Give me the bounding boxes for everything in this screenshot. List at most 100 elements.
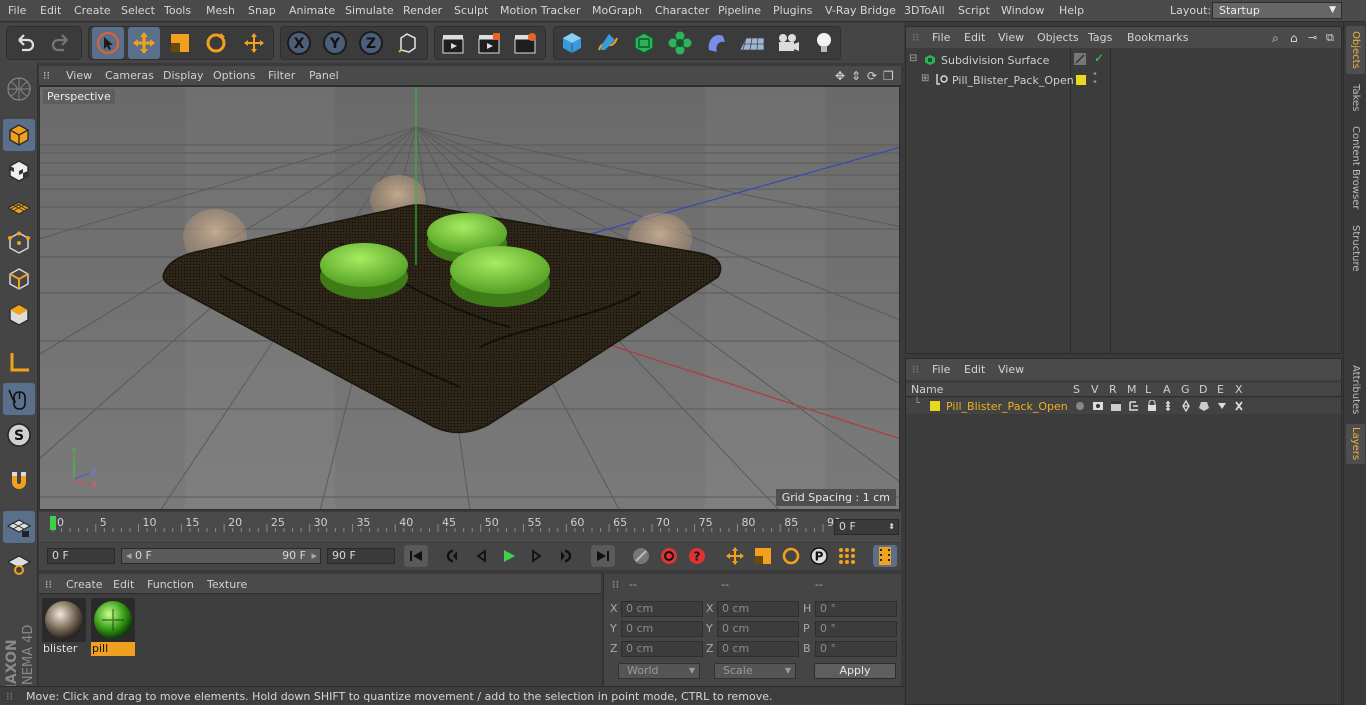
menu-window[interactable]: Window bbox=[1001, 4, 1044, 17]
menu-animate[interactable]: Animate bbox=[289, 4, 335, 17]
camera-button[interactable] bbox=[772, 27, 804, 59]
col-expressions[interactable]: E bbox=[1217, 383, 1224, 396]
tab-structure[interactable]: Structure bbox=[1346, 220, 1365, 276]
light-button[interactable] bbox=[808, 27, 840, 59]
om-menu-view[interactable]: View bbox=[998, 31, 1024, 44]
live-selection-button[interactable] bbox=[92, 27, 124, 59]
menu-motion-tracker[interactable]: Motion Tracker bbox=[500, 4, 580, 17]
make-editable-button[interactable] bbox=[3, 73, 35, 105]
menu-edit[interactable]: Edit bbox=[40, 4, 61, 17]
rotate-view-icon[interactable]: ⟳ bbox=[867, 69, 877, 83]
menu-file[interactable]: File bbox=[8, 4, 26, 17]
transform-tool-button[interactable] bbox=[238, 27, 270, 59]
menu-sculpt[interactable]: Sculpt bbox=[454, 4, 488, 17]
x-axis-button[interactable]: X bbox=[283, 27, 315, 59]
tab-content-browser[interactable]: Content Browser bbox=[1346, 122, 1365, 214]
om-menu-bookmarks[interactable]: Bookmarks bbox=[1127, 31, 1188, 44]
frame-range-slider[interactable]: ◂ 0 F 90 F ▸ bbox=[121, 548, 321, 564]
maximize-view-icon[interactable]: ❐ bbox=[883, 69, 894, 83]
menu-help[interactable]: Help bbox=[1059, 4, 1084, 17]
current-frame-field[interactable]: 0 F ⬍ bbox=[834, 519, 899, 535]
pos-z-field[interactable]: 0 cm bbox=[621, 641, 703, 657]
lm-menu-file[interactable]: File bbox=[932, 363, 950, 376]
col-locked[interactable]: L bbox=[1145, 383, 1151, 396]
menu-select[interactable]: Select bbox=[121, 4, 155, 17]
start-frame-field[interactable]: 0 F bbox=[47, 548, 115, 564]
autokeying-button[interactable] bbox=[657, 545, 681, 567]
size-y-field[interactable]: 0 cm bbox=[717, 621, 799, 637]
col-view[interactable]: V bbox=[1091, 383, 1099, 396]
goto-end-button[interactable] bbox=[591, 545, 615, 567]
end-frame-field[interactable]: 90 F bbox=[327, 548, 395, 564]
goto-start-button[interactable] bbox=[404, 545, 428, 567]
menu-pipeline[interactable]: Pipeline bbox=[718, 4, 761, 17]
om-menu-tags[interactable]: Tags bbox=[1088, 31, 1112, 44]
material-menu-create[interactable]: Create bbox=[66, 578, 103, 591]
key-parameter-button[interactable]: P bbox=[807, 545, 831, 567]
texture-mode-button[interactable] bbox=[3, 155, 35, 187]
col-deformers[interactable]: D bbox=[1199, 383, 1207, 396]
next-key-button[interactable] bbox=[553, 545, 577, 567]
timeline-window-button[interactable] bbox=[873, 545, 897, 567]
workplane-mode-button[interactable] bbox=[3, 191, 35, 223]
subdivision-surface-button[interactable] bbox=[628, 27, 660, 59]
y-axis-button[interactable]: Y bbox=[319, 27, 351, 59]
material-pill[interactable]: pill bbox=[91, 598, 135, 656]
edges-mode-button[interactable] bbox=[3, 263, 35, 295]
menu-simulate[interactable]: Simulate bbox=[345, 4, 394, 17]
next-frame-button[interactable] bbox=[525, 545, 549, 567]
menu-3dtoall[interactable]: 3DToAll bbox=[904, 4, 945, 17]
play-button[interactable] bbox=[497, 545, 521, 567]
snap-button[interactable] bbox=[3, 465, 35, 497]
redo-button[interactable] bbox=[45, 27, 77, 59]
search-icon[interactable]: ⌕ bbox=[1272, 31, 1279, 46]
keyframe-selection-button[interactable]: ? bbox=[685, 545, 709, 567]
layer-row[interactable]: └ Pill_Blister_Pack_Open bbox=[906, 398, 1341, 414]
size-z-field[interactable]: 0 cm bbox=[717, 641, 799, 657]
col-solo[interactable]: S bbox=[1073, 383, 1080, 396]
home-icon[interactable]: ⌂ bbox=[1290, 31, 1298, 45]
menu-vray-bridge[interactable]: V-Ray Bridge bbox=[825, 4, 896, 17]
back-icon[interactable]: ⊸ bbox=[1308, 31, 1317, 44]
menu-snap[interactable]: Snap bbox=[248, 4, 276, 17]
enable-axis-button[interactable] bbox=[3, 347, 35, 379]
polygons-mode-button[interactable] bbox=[3, 299, 35, 331]
prev-key-button[interactable] bbox=[441, 545, 465, 567]
record-active-objects-button[interactable] bbox=[629, 545, 653, 567]
key-rotation-button[interactable] bbox=[779, 545, 803, 567]
cube-object-button[interactable] bbox=[556, 27, 588, 59]
rot-h-field[interactable]: 0 ° bbox=[815, 601, 897, 617]
enabled-check-icon[interactable]: ✓ bbox=[1094, 51, 1104, 65]
prev-frame-button[interactable] bbox=[469, 545, 493, 567]
pen-spline-button[interactable] bbox=[592, 27, 624, 59]
floor-button[interactable] bbox=[736, 27, 768, 59]
z-axis-button[interactable]: Z bbox=[355, 27, 387, 59]
object-row-subdivision-surface[interactable]: ⊟ Subdivision Surface ✓ bbox=[906, 51, 1341, 71]
pos-x-field[interactable]: 0 cm bbox=[621, 601, 703, 617]
col-manager[interactable]: M bbox=[1127, 383, 1137, 396]
layer-color-swatch[interactable] bbox=[1076, 75, 1086, 85]
tab-layers[interactable]: Layers bbox=[1346, 424, 1365, 464]
menu-character[interactable]: Character bbox=[655, 4, 709, 17]
col-xrefs[interactable]: X bbox=[1235, 383, 1243, 396]
visibility-dots-icon[interactable]: • • bbox=[1092, 70, 1098, 88]
expand-icon[interactable]: ⊞ bbox=[921, 73, 929, 84]
key-scale-button[interactable] bbox=[751, 545, 775, 567]
viewport-menu-view[interactable]: View bbox=[66, 69, 92, 82]
layer-color-swatch[interactable] bbox=[930, 401, 940, 411]
viewport-menu-display[interactable]: Display bbox=[163, 69, 204, 82]
coordinate-system-button[interactable] bbox=[392, 27, 424, 59]
viewport-menu-cameras[interactable]: Cameras bbox=[105, 69, 154, 82]
tab-attributes[interactable]: Attributes bbox=[1346, 360, 1365, 420]
deformer-button[interactable] bbox=[700, 27, 732, 59]
tweak-mode-button[interactable] bbox=[3, 383, 35, 415]
collapse-icon[interactable]: ⊟ bbox=[909, 53, 917, 64]
new-window-icon[interactable]: ⧉ bbox=[1326, 31, 1334, 45]
viewport-menu-filter[interactable]: Filter bbox=[268, 69, 295, 82]
om-menu-file[interactable]: File bbox=[932, 31, 950, 44]
material-blister[interactable]: blister bbox=[42, 598, 86, 656]
apply-button[interactable]: Apply bbox=[814, 663, 896, 679]
lm-menu-edit[interactable]: Edit bbox=[964, 363, 985, 376]
perspective-viewport[interactable]: Y Z X Perspective Grid Spacing : 1 cm bbox=[39, 86, 900, 510]
col-generators[interactable]: G bbox=[1181, 383, 1190, 396]
